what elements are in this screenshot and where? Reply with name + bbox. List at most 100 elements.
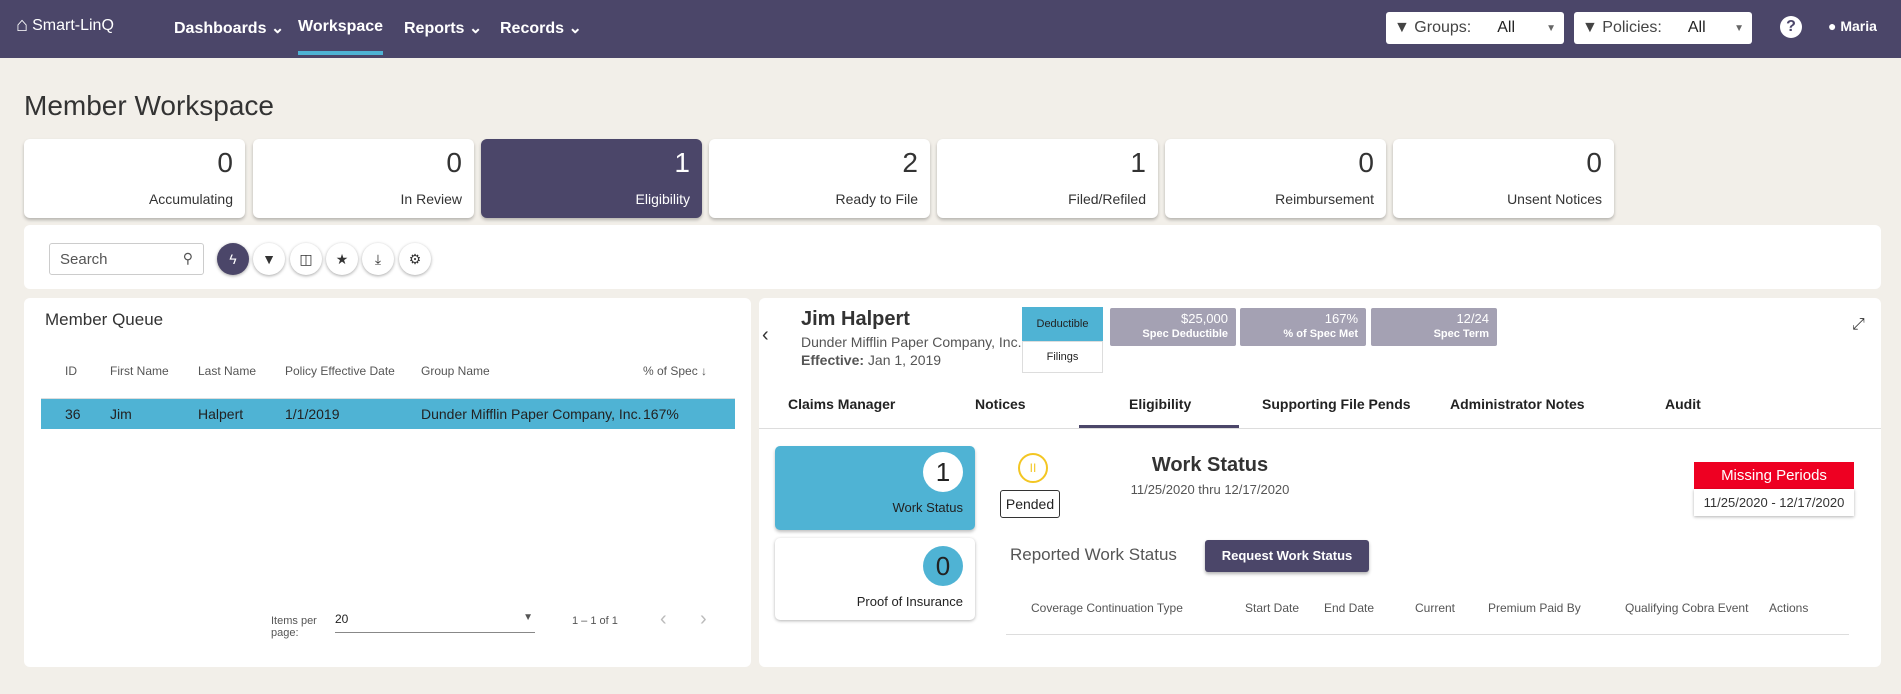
card-count: 0 <box>1586 147 1602 178</box>
work-status-title: Work Status <box>1151 454 1269 476</box>
col-last-name[interactable]: Last Name <box>198 364 256 378</box>
filings-toggle[interactable]: Filings <box>1022 341 1103 373</box>
card-count: 0 <box>217 147 233 178</box>
cell-policy-date: 1/1/2019 <box>285 406 340 422</box>
member-effective: Effective: Jan 1, 2019 <box>801 352 942 368</box>
nav-workspace[interactable]: Workspace <box>298 18 384 55</box>
filter-button[interactable]: ▼ <box>253 243 285 275</box>
user-icon: ● <box>1828 18 1837 34</box>
col-coverage-continuation-type: Coverage Continuation Type <box>1031 601 1183 615</box>
card-label: Accumulating <box>148 191 233 207</box>
status-card-reimbursement[interactable]: 0 Reimbursement <box>1165 139 1386 218</box>
items-per-page-select[interactable]: 20 ▼ <box>335 612 535 633</box>
card-count: 1 <box>1130 147 1146 178</box>
status-card-ready-to-file[interactable]: 2 Ready to File <box>709 139 930 218</box>
status-card-filed-refiled[interactable]: 1 Filed/Refiled <box>937 139 1158 218</box>
top-navbar: ⌂ Smart-LinQ Dashboards ⌄ Workspace Repor… <box>0 0 1901 58</box>
status-card-in-review[interactable]: 0 In Review <box>253 139 474 218</box>
columns-icon: ◫ <box>299 250 313 267</box>
col-first-name[interactable]: First Name <box>110 364 169 378</box>
filter-icon: ▼ <box>262 251 276 267</box>
status-card-unsent-notices[interactable]: 0 Unsent Notices <box>1393 139 1614 218</box>
prev-page-button[interactable]: ‹ <box>660 608 667 631</box>
card-label: Reimbursement <box>1275 191 1374 207</box>
col-pct-spec[interactable]: % of Spec ↓ <box>643 364 707 378</box>
chevron-down-icon: ⌄ <box>270 20 285 37</box>
tab-eligibility[interactable]: Eligibility <box>1129 396 1191 412</box>
settings-button[interactable]: ⚙ <box>399 243 431 275</box>
tab-notices[interactable]: Notices <box>975 396 1026 412</box>
next-page-button[interactable]: › <box>700 608 707 631</box>
star-icon: ★ <box>335 250 349 267</box>
missing-periods-range: 11/25/2020 - 12/17/2020 <box>1694 489 1854 516</box>
expand-icon[interactable]: ⤢ <box>1852 316 1865 334</box>
card-label: Filed/Refiled <box>1068 191 1146 207</box>
caret-down-icon: ▼ <box>1546 22 1556 34</box>
status-card-accumulating[interactable]: 0 Accumulating <box>24 139 245 218</box>
search-input[interactable]: Search ⚲ <box>49 243 204 275</box>
columns-button[interactable]: ◫ <box>290 243 322 275</box>
cell-group-name: Dunder Mifflin Paper Company, Inc. <box>421 406 642 422</box>
quick-action-button[interactable]: ϟ <box>217 243 249 275</box>
groups-filter[interactable]: ▼ Groups: All ▼ <box>1386 12 1564 44</box>
tab-claims-manager[interactable]: Claims Manager <box>788 396 895 412</box>
policies-filter[interactable]: ▼ Policies: All ▼ <box>1574 12 1752 44</box>
spec-met-badge: 167%% of Spec Met <box>1240 308 1366 346</box>
deductible-toggle[interactable]: Deductible <box>1022 307 1103 341</box>
cell-last-name: Halpert <box>198 406 244 422</box>
items-per-page-label: Items per page: <box>271 615 317 639</box>
tabs-divider <box>759 428 1881 429</box>
caret-down-icon: ▼ <box>523 612 533 623</box>
status-card-eligibility[interactable]: 1 Eligibility <box>481 139 702 218</box>
card-label: Unsent Notices <box>1507 191 1602 207</box>
table-divider <box>1006 634 1849 635</box>
logo-icon: ⌂ <box>16 14 29 36</box>
favorites-button[interactable]: ★ <box>326 243 358 275</box>
nav-dashboards[interactable]: Dashboards ⌄ <box>174 18 284 38</box>
col-end-date: End Date <box>1324 601 1375 615</box>
filter-icon: ▼ <box>1582 19 1598 36</box>
collapse-back-icon[interactable]: ‹ <box>762 324 769 347</box>
col-actions: Actions <box>1769 601 1809 615</box>
missing-periods-badge: Missing Periods <box>1694 462 1854 489</box>
card-count: 2 <box>902 147 918 178</box>
work-status-count: 1 <box>923 452 963 492</box>
chevron-down-icon: ⌄ <box>568 20 582 37</box>
status-badge: Pended <box>1000 490 1060 518</box>
tab-supporting-file-pends[interactable]: Supporting File Pends <box>1262 396 1411 412</box>
spec-deductible-badge: $25,000 Spec Deductible <box>1110 308 1236 346</box>
proof-count: 0 <box>923 546 963 586</box>
work-status-label: Work Status <box>892 500 963 515</box>
brand-logo[interactable]: ⌂ Smart-LinQ <box>16 14 114 37</box>
side-proof-of-insurance[interactable]: 0 Proof of Insurance <box>775 538 975 620</box>
tab-audit[interactable]: Audit <box>1665 396 1701 412</box>
col-start-date: Start Date <box>1245 601 1300 615</box>
user-menu[interactable]: ● Maria <box>1828 18 1877 34</box>
reported-work-status-label: Reported Work Status <box>1010 545 1177 564</box>
member-name: Jim Halpert <box>801 308 910 330</box>
queue-title: Member Queue <box>45 310 164 329</box>
download-button[interactable]: ⤓ <box>362 243 394 275</box>
work-status-range: 11/25/2020 thru 12/17/2020 <box>1130 482 1290 497</box>
card-count: 1 <box>674 147 690 178</box>
col-group-name[interactable]: Group Name <box>421 364 490 378</box>
col-id[interactable]: ID <box>65 364 77 378</box>
help-icon[interactable]: ? <box>1780 16 1802 38</box>
sort-down-icon: ↓ <box>701 364 708 378</box>
page-title: Member Workspace <box>24 90 275 121</box>
pause-icon: II <box>1018 453 1048 483</box>
cell-first-name: Jim <box>110 406 132 422</box>
active-tab-indicator <box>1079 425 1239 428</box>
col-policy-date[interactable]: Policy Effective Date <box>285 364 395 378</box>
request-work-status-button[interactable]: Request Work Status <box>1205 540 1369 572</box>
col-premium-paid-by: Premium Paid By <box>1488 601 1581 615</box>
pagination-range: 1 – 1 of 1 <box>572 615 618 627</box>
card-label: In Review <box>400 191 462 207</box>
tab-administrator-notes[interactable]: Administrator Notes <box>1450 396 1585 412</box>
side-work-status[interactable]: 1 Work Status <box>775 446 975 530</box>
cell-pct-spec: 167% <box>643 406 679 422</box>
filter-icon: ▼ <box>1394 19 1410 36</box>
nav-reports[interactable]: Reports ⌄ <box>404 18 482 38</box>
proof-label: Proof of Insurance <box>856 594 963 609</box>
nav-records[interactable]: Records ⌄ <box>500 18 582 38</box>
